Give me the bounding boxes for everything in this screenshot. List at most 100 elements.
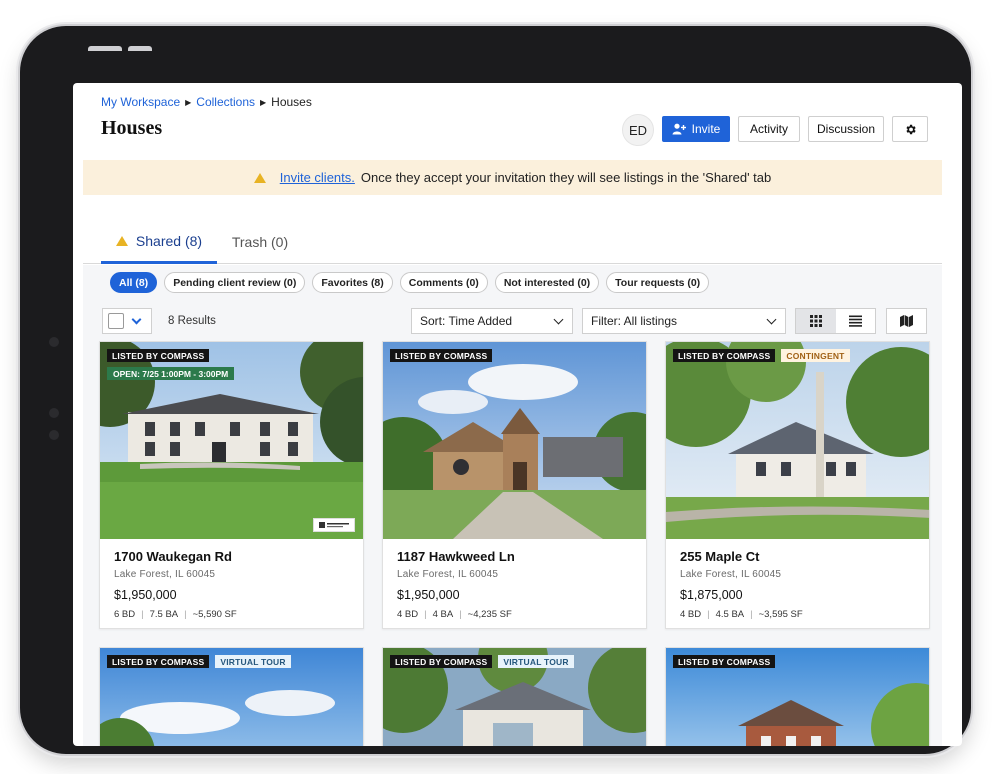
broker-logo bbox=[313, 518, 355, 532]
listed-by-badge: LISTED BY COMPASS bbox=[390, 349, 493, 362]
spec-divider: | bbox=[459, 609, 462, 620]
listing-card[interactable]: LISTED BY COMPASS 1187 Hawkweed Ln Lake … bbox=[382, 341, 647, 629]
breadcrumb: My Workspace ▶ Collections ▶ Houses bbox=[101, 95, 312, 109]
spec-divider: | bbox=[424, 609, 427, 620]
avatar[interactable]: ED bbox=[622, 114, 654, 146]
listing-photo[interactable]: LISTED BY COMPASS VIRTUAL TOUR bbox=[383, 648, 646, 746]
add-user-icon bbox=[672, 123, 686, 135]
chevron-down-icon[interactable] bbox=[131, 314, 142, 324]
chip-label: All bbox=[119, 276, 133, 289]
contingent-badge: CONTINGENT bbox=[781, 349, 850, 362]
listing-badges: LISTED BY COMPASS CONTINGENT bbox=[673, 349, 850, 362]
listings-area: All (8) Pending client review (0) Favori… bbox=[83, 265, 942, 746]
listing-city: Lake Forest, IL 60045 bbox=[397, 569, 499, 580]
spec-divider: | bbox=[184, 609, 187, 620]
page-title: Houses bbox=[101, 117, 163, 139]
breadcrumb-separator-icon: ▶ bbox=[185, 97, 192, 107]
tab-shared[interactable]: Shared (8) bbox=[101, 220, 217, 264]
chip-label: Not interested bbox=[503, 276, 575, 289]
chip-count: (8) bbox=[370, 276, 384, 289]
listing-baths: 4.5 BA bbox=[715, 609, 745, 620]
discussion-button-label: Discussion bbox=[816, 122, 876, 136]
chip-count: (0) bbox=[687, 276, 701, 289]
listing-card[interactable]: LISTED BY COMPASS CONTINGENT 255 Maple C… bbox=[665, 341, 930, 629]
tab-trash-label: Trash (0) bbox=[231, 234, 289, 250]
listing-beds: 4 BD bbox=[680, 609, 702, 620]
invite-banner: Invite clients. Once they accept your in… bbox=[83, 160, 942, 195]
listing-sqft: ~3,595 SF bbox=[758, 609, 803, 620]
map-view-button[interactable] bbox=[886, 308, 927, 334]
listing-address[interactable]: 1700 Waukegan Rd bbox=[114, 549, 349, 564]
breadcrumb-collections-link[interactable]: Collections bbox=[196, 95, 255, 109]
warning-icon bbox=[115, 235, 128, 246]
chip-label: Pending client review bbox=[173, 276, 281, 289]
grid-view-button[interactable] bbox=[796, 309, 836, 333]
listing-beds: 4 BD bbox=[397, 609, 419, 620]
tab-bar: Shared (8) Trash (0) bbox=[83, 220, 942, 264]
listed-by-badge: LISTED BY COMPASS bbox=[107, 349, 210, 362]
listed-by-badge: LISTED BY COMPASS bbox=[390, 655, 493, 668]
chip-favorites[interactable]: Favorites (8) bbox=[312, 272, 393, 293]
listed-by-badge: LISTED BY COMPASS bbox=[673, 349, 776, 362]
chip-pending-client-review[interactable]: Pending client review (0) bbox=[164, 272, 306, 293]
spec-divider: | bbox=[750, 609, 753, 620]
listing-photo[interactable]: LISTED BY COMPASS bbox=[383, 342, 646, 539]
listing-photo[interactable]: LISTED BY COMPASS OPEN: 7/25 1:00PM - 3:… bbox=[100, 342, 363, 539]
listing-card[interactable]: LISTED BY COMPASS VIRTUAL TOUR bbox=[382, 647, 647, 746]
tab-trash[interactable]: Trash (0) bbox=[223, 220, 297, 264]
filter-chips: All (8) Pending client review (0) Favori… bbox=[110, 272, 710, 293]
chevron-down-icon bbox=[766, 314, 777, 325]
spec-divider: | bbox=[141, 609, 144, 620]
chevron-down-icon bbox=[553, 314, 564, 325]
listed-by-badge: LISTED BY COMPASS bbox=[107, 655, 210, 668]
listing-address[interactable]: 1187 Hawkweed Ln bbox=[397, 549, 632, 564]
tablet-frame: My Workspace ▶ Collections ▶ Houses Hous… bbox=[20, 26, 971, 754]
listing-card[interactable]: LISTED BY COMPASS OPEN: 7/25 1:00PM - 3:… bbox=[99, 341, 364, 629]
listing-info: 1700 Waukegan Rd Lake Forest, IL 60045 $… bbox=[100, 539, 363, 628]
invite-clients-link[interactable]: Invite clients. bbox=[280, 170, 355, 185]
listing-badges: LISTED BY COMPASS bbox=[390, 349, 493, 362]
chip-count: (0) bbox=[283, 276, 297, 289]
virtual-tour-badge: VIRTUAL TOUR bbox=[498, 655, 574, 668]
results-count: 8 Results bbox=[168, 315, 216, 327]
listing-card[interactable]: LISTED BY COMPASS bbox=[665, 647, 930, 746]
activity-button[interactable]: Activity bbox=[738, 116, 800, 142]
sort-dropdown[interactable]: Sort: Time Added bbox=[411, 308, 573, 334]
listing-photo[interactable]: LISTED BY COMPASS CONTINGENT bbox=[666, 342, 929, 539]
tab-shared-label: Shared (8) bbox=[135, 232, 203, 249]
listing-photo[interactable]: LISTED BY COMPASS VIRTUAL TOUR bbox=[100, 648, 363, 746]
chip-comments[interactable]: Comments (0) bbox=[399, 272, 488, 293]
listing-card[interactable]: LISTED BY COMPASS VIRTUAL TOUR bbox=[99, 647, 364, 746]
filter-dropdown[interactable]: Filter: All listings bbox=[582, 308, 786, 334]
listing-address[interactable]: 255 Maple Ct bbox=[680, 549, 915, 564]
warning-icon bbox=[253, 172, 266, 183]
list-view-button[interactable] bbox=[836, 309, 876, 333]
tablet-sensor bbox=[49, 430, 59, 440]
tablet-sensor bbox=[49, 408, 59, 418]
invite-button-label: Invite bbox=[691, 122, 721, 136]
listing-badges: LISTED BY COMPASS bbox=[673, 655, 776, 668]
listing-specs: 6 BD | 7.5 BA | ~5,590 SF bbox=[114, 609, 349, 620]
tablet-button bbox=[88, 46, 122, 51]
chip-tour-requests[interactable]: Tour requests (0) bbox=[606, 272, 710, 293]
settings-button[interactable] bbox=[892, 116, 928, 142]
listing-city: Lake Forest, IL 60045 bbox=[114, 569, 216, 580]
discussion-button[interactable]: Discussion bbox=[808, 116, 884, 142]
select-all-checkbox[interactable] bbox=[108, 313, 124, 329]
listing-info: 1187 Hawkweed Ln Lake Forest, IL 60045 $… bbox=[383, 539, 646, 628]
bulk-select bbox=[102, 308, 152, 334]
chip-not-interested[interactable]: Not interested (0) bbox=[494, 272, 600, 293]
chip-all[interactable]: All (8) bbox=[110, 272, 158, 293]
listing-baths: 7.5 BA bbox=[149, 609, 179, 620]
listing-price: $1,950,000 bbox=[397, 588, 460, 602]
listed-by-badge: LISTED BY COMPASS bbox=[673, 655, 776, 668]
banner-text: Once they accept your invitation they wi… bbox=[360, 170, 772, 185]
breadcrumb-workspace-link[interactable]: My Workspace bbox=[101, 95, 180, 109]
tablet-camera bbox=[49, 337, 59, 347]
spec-divider: | bbox=[707, 609, 710, 620]
listing-photo[interactable]: LISTED BY COMPASS bbox=[666, 648, 929, 746]
invite-button[interactable]: Invite bbox=[662, 116, 730, 142]
chip-count: (8) bbox=[135, 276, 149, 289]
listing-price: $1,875,000 bbox=[680, 588, 743, 602]
gear-icon bbox=[905, 124, 916, 134]
